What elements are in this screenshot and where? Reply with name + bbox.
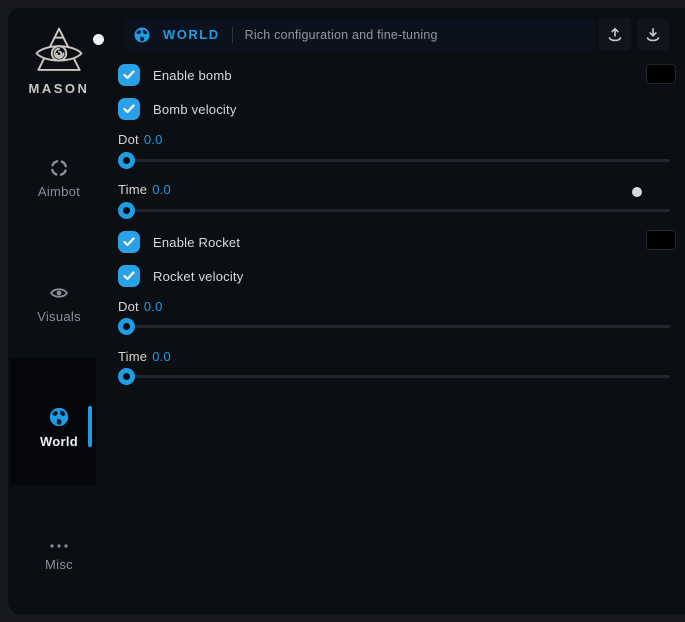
sidebar-item-label: Misc bbox=[8, 557, 110, 572]
sidebar: MASON Aimbot Visuals bbox=[8, 8, 117, 614]
header-divider bbox=[232, 27, 233, 43]
checkbox-label: Rocket velocity bbox=[153, 269, 243, 284]
page-title: WORLD bbox=[163, 27, 220, 42]
check-icon bbox=[123, 70, 135, 80]
pyramid-eye-icon bbox=[32, 26, 86, 78]
rocket-velocity-checkbox[interactable] bbox=[118, 265, 140, 287]
check-icon bbox=[123, 237, 135, 247]
brand-text: MASON bbox=[26, 81, 92, 96]
rocket-dot-slider-label: Dot 0.0 bbox=[118, 299, 163, 314]
download-config-button[interactable] bbox=[637, 18, 669, 51]
slider-track[interactable] bbox=[119, 325, 670, 328]
mason-window: MASON Aimbot Visuals bbox=[8, 8, 685, 614]
cursor-dot bbox=[93, 34, 104, 45]
tab-header: WORLD Rich configuration and fine-tuning bbox=[125, 18, 595, 51]
enable-rocket-row: Enable Rocket bbox=[118, 231, 240, 253]
sidebar-item-aimbot[interactable]: Aimbot bbox=[8, 158, 110, 199]
checkbox-label: Bomb velocity bbox=[153, 102, 237, 117]
bomb-dot-slider[interactable] bbox=[118, 152, 670, 169]
sidebar-item-label: Aimbot bbox=[8, 184, 110, 199]
slider-value: 0.0 bbox=[152, 182, 171, 197]
sidebar-item-label: Visuals bbox=[8, 309, 110, 324]
eye-icon bbox=[49, 283, 69, 303]
slider-track[interactable] bbox=[119, 159, 670, 162]
rocket-velocity-row: Rocket velocity bbox=[118, 265, 243, 287]
slider-label-text: Dot bbox=[118, 132, 139, 147]
enable-bomb-checkbox[interactable] bbox=[118, 64, 140, 86]
crosshair-icon bbox=[49, 158, 69, 178]
slider-handle[interactable] bbox=[118, 202, 135, 219]
enable-bomb-row: Enable bomb bbox=[118, 64, 232, 86]
download-icon bbox=[643, 25, 663, 45]
slider-handle[interactable] bbox=[118, 368, 135, 385]
sidebar-item-misc[interactable]: Misc bbox=[8, 541, 110, 572]
check-icon bbox=[123, 271, 135, 281]
enable-rocket-checkbox[interactable] bbox=[118, 231, 140, 253]
globe-icon bbox=[133, 26, 151, 44]
checkbox-label: Enable Rocket bbox=[153, 235, 240, 250]
rocket-time-slider-label: Time 0.0 bbox=[118, 349, 171, 364]
globe-icon bbox=[48, 406, 70, 428]
ellipsis-icon bbox=[48, 541, 70, 551]
bomb-velocity-checkbox[interactable] bbox=[118, 98, 140, 120]
rocket-time-slider[interactable] bbox=[118, 368, 670, 385]
sidebar-item-label: World bbox=[8, 434, 110, 449]
slider-label-text: Time bbox=[118, 182, 147, 197]
slider-value: 0.0 bbox=[144, 299, 163, 314]
rocket-color-swatch[interactable] bbox=[646, 230, 676, 250]
upload-icon bbox=[605, 25, 625, 45]
slider-handle[interactable] bbox=[118, 152, 135, 169]
upload-config-button[interactable] bbox=[599, 18, 631, 51]
cursor-dot-2 bbox=[632, 187, 642, 197]
slider-handle[interactable] bbox=[118, 318, 135, 335]
bomb-time-slider-label: Time 0.0 bbox=[118, 182, 171, 197]
page-subtitle: Rich configuration and fine-tuning bbox=[245, 28, 438, 42]
slider-track[interactable] bbox=[119, 375, 670, 378]
screen: MASON Aimbot Visuals bbox=[0, 0, 685, 622]
slider-label-text: Time bbox=[118, 349, 147, 364]
bomb-velocity-row: Bomb velocity bbox=[118, 98, 237, 120]
bomb-color-swatch[interactable] bbox=[646, 64, 676, 84]
mason-logo: MASON bbox=[26, 26, 92, 96]
slider-value: 0.0 bbox=[144, 132, 163, 147]
slider-label-text: Dot bbox=[118, 299, 139, 314]
bomb-dot-slider-label: Dot 0.0 bbox=[118, 132, 163, 147]
slider-track[interactable] bbox=[119, 209, 670, 212]
sidebar-item-visuals[interactable]: Visuals bbox=[8, 283, 110, 324]
rocket-dot-slider[interactable] bbox=[118, 318, 670, 335]
check-icon bbox=[123, 104, 135, 114]
active-indicator-bar bbox=[88, 406, 92, 447]
slider-value: 0.0 bbox=[152, 349, 171, 364]
bomb-time-slider[interactable] bbox=[118, 202, 670, 219]
sidebar-item-world[interactable]: World bbox=[8, 406, 110, 449]
checkbox-label: Enable bomb bbox=[153, 68, 232, 83]
